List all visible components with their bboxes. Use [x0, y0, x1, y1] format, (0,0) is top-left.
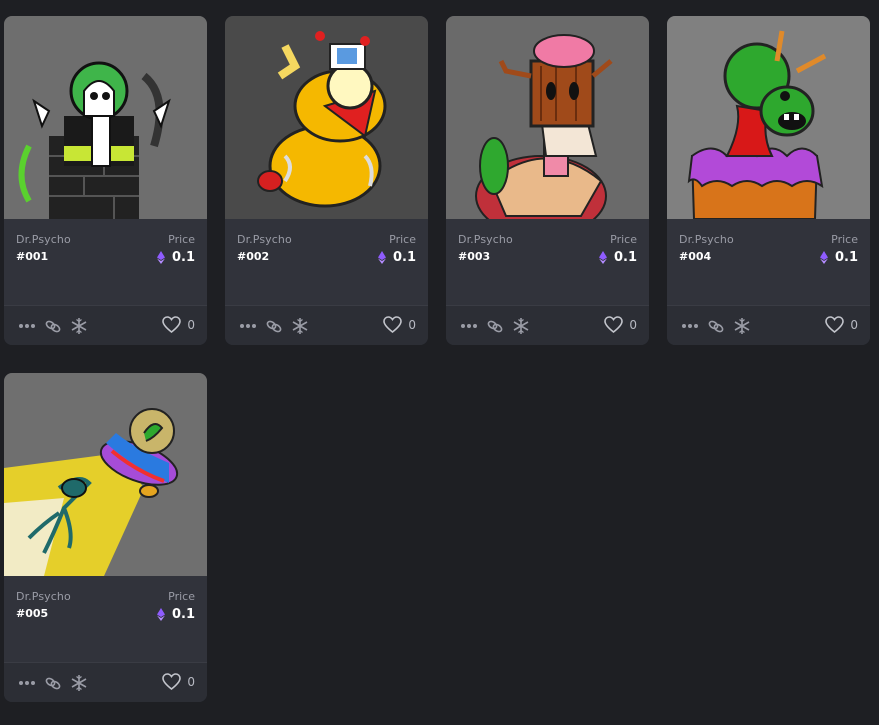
price-value: 0.1 [598, 250, 637, 265]
more-dots-icon[interactable] [18, 317, 36, 335]
price-value: 0.1 [819, 250, 858, 265]
skull-astronaut-artwork [4, 16, 207, 219]
price-label: Price [168, 233, 195, 246]
more-dots-icon[interactable] [18, 674, 36, 692]
ethereum-icon [156, 251, 165, 264]
nft-grid: Dr.Psycho #001 Price 0.1 0 Dr.Psycho #00… [4, 16, 875, 706]
price-amount: 0.1 [613, 250, 637, 265]
nft-image-004[interactable] [667, 16, 870, 219]
snowflake-icon[interactable] [512, 317, 530, 335]
tree-stump-head-artwork [446, 16, 649, 219]
like-count: 0 [850, 318, 858, 332]
snowflake-icon[interactable] [733, 317, 751, 335]
price-value: 0.1 [156, 607, 195, 622]
ethereum-icon [156, 608, 165, 621]
price-label: Price [610, 233, 637, 246]
like-count: 0 [187, 318, 195, 332]
card-footer: 0 [4, 662, 207, 702]
chain-link-icon[interactable] [707, 317, 725, 335]
nft-image-002[interactable] [225, 16, 428, 219]
heart-icon [604, 316, 624, 334]
price-label: Price [168, 590, 195, 603]
nft-image-005[interactable] [4, 373, 207, 576]
nft-card-001[interactable]: Dr.Psycho #001 Price 0.1 0 [4, 16, 207, 345]
creator-name[interactable]: Dr.Psycho [237, 233, 292, 246]
token-id: #001 [16, 250, 49, 263]
creator-name[interactable]: Dr.Psycho [16, 590, 71, 603]
ufo-abduction-artwork [4, 373, 207, 576]
card-footer: 0 [4, 305, 207, 345]
snowflake-icon[interactable] [70, 317, 88, 335]
like-button[interactable]: 0 [162, 316, 195, 334]
like-button[interactable]: 0 [604, 316, 637, 334]
creator-name[interactable]: Dr.Psycho [679, 233, 734, 246]
creator-name[interactable]: Dr.Psycho [458, 233, 513, 246]
heart-icon [162, 316, 182, 334]
card-info: Dr.Psycho #005 Price 0.1 [4, 576, 207, 662]
snowflake-icon[interactable] [291, 317, 309, 335]
card-footer: 0 [667, 305, 870, 345]
price-label: Price [389, 233, 416, 246]
nft-card-005[interactable]: Dr.Psycho #005 Price 0.1 0 [4, 373, 207, 702]
ethereum-icon [598, 251, 607, 264]
like-button[interactable]: 0 [383, 316, 416, 334]
ethereum-icon [819, 251, 828, 264]
like-count: 0 [187, 675, 195, 689]
card-info: Dr.Psycho #002 Price 0.1 [225, 219, 428, 305]
like-count: 0 [629, 318, 637, 332]
chain-link-icon[interactable] [486, 317, 504, 335]
token-id: #002 [237, 250, 270, 263]
heart-icon [162, 673, 182, 691]
like-button[interactable]: 0 [825, 316, 858, 334]
token-id: #005 [16, 607, 49, 620]
price-amount: 0.1 [392, 250, 416, 265]
price-label: Price [831, 233, 858, 246]
chain-link-icon[interactable] [44, 317, 62, 335]
more-dots-icon[interactable] [460, 317, 478, 335]
green-alien-pedestal-artwork [667, 16, 870, 219]
more-dots-icon[interactable] [681, 317, 699, 335]
card-footer: 0 [225, 305, 428, 345]
card-footer: 0 [446, 305, 649, 345]
nft-image-003[interactable] [446, 16, 649, 219]
card-info: Dr.Psycho #001 Price 0.1 [4, 219, 207, 305]
chain-link-icon[interactable] [44, 674, 62, 692]
nft-card-002[interactable]: Dr.Psycho #002 Price 0.1 0 [225, 16, 428, 345]
price-value: 0.1 [377, 250, 416, 265]
like-count: 0 [408, 318, 416, 332]
ethereum-icon [377, 251, 386, 264]
card-info: Dr.Psycho #003 Price 0.1 [446, 219, 649, 305]
chain-link-icon[interactable] [265, 317, 283, 335]
heart-icon [383, 316, 403, 334]
more-dots-icon[interactable] [239, 317, 257, 335]
like-button[interactable]: 0 [162, 673, 195, 691]
price-amount: 0.1 [171, 607, 195, 622]
heart-icon [825, 316, 845, 334]
price-amount: 0.1 [171, 250, 195, 265]
card-info: Dr.Psycho #004 Price 0.1 [667, 219, 870, 305]
token-id: #003 [458, 250, 491, 263]
nft-image-001[interactable] [4, 16, 207, 219]
price-value: 0.1 [156, 250, 195, 265]
nft-card-003[interactable]: Dr.Psycho #003 Price 0.1 0 [446, 16, 649, 345]
creator-name[interactable]: Dr.Psycho [16, 233, 71, 246]
snowflake-icon[interactable] [70, 674, 88, 692]
nft-card-004[interactable]: Dr.Psycho #004 Price 0.1 0 [667, 16, 870, 345]
price-amount: 0.1 [834, 250, 858, 265]
token-id: #004 [679, 250, 712, 263]
yellow-creature-artwork [225, 16, 428, 219]
